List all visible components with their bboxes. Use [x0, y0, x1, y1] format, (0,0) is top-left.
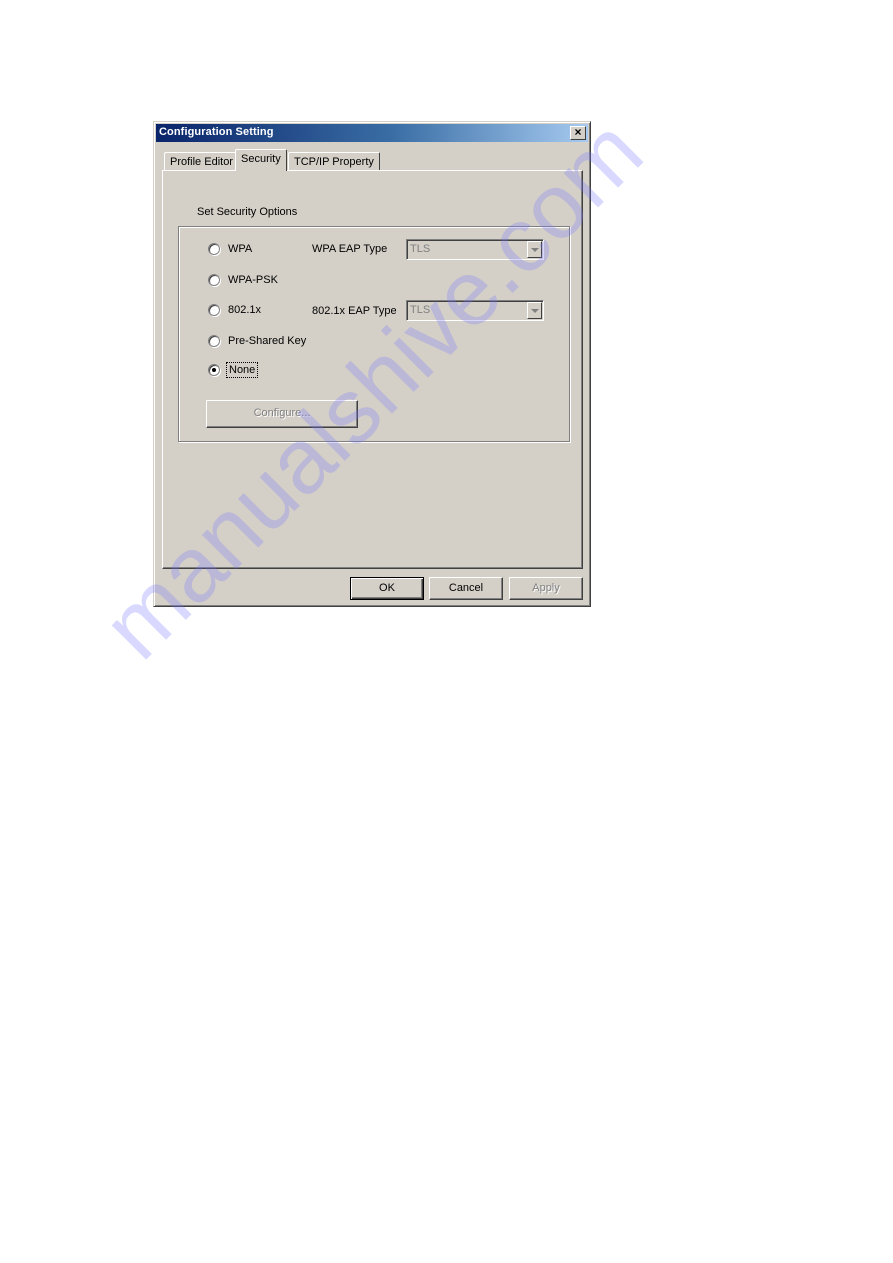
radio-label: Pre-Shared Key	[228, 335, 307, 347]
chevron-down-icon[interactable]	[527, 241, 542, 258]
radio-button[interactable]	[208, 335, 220, 347]
radio-pre-shared-key[interactable]: Pre-Shared Key	[208, 333, 306, 349]
radio-button[interactable]	[208, 274, 220, 286]
tab-profile-editor[interactable]: Profile Editor	[164, 152, 239, 170]
radio-label: 802.1x	[228, 304, 262, 316]
tab-label: Security	[241, 153, 281, 165]
apply-button[interactable]: Apply	[509, 577, 583, 600]
cancel-button[interactable]: Cancel	[429, 577, 503, 600]
security-options-group: WPA WPA EAP Type TLS WPA-PSK 802.1x 802.…	[178, 226, 570, 442]
wpa-eap-type-select[interactable]: TLS	[406, 239, 544, 260]
radio-802-1x[interactable]: 802.1x	[208, 302, 261, 318]
close-icon: ×	[574, 125, 582, 139]
configuration-dialog: Configuration Setting × Profile Editor S…	[153, 121, 591, 607]
dot1x-eap-type-label: 802.1x EAP Type	[312, 305, 397, 317]
tab-label: TCP/IP Property	[294, 156, 374, 168]
radio-none[interactable]: None	[208, 362, 259, 378]
close-button[interactable]: ×	[570, 126, 586, 140]
wpa-eap-type-label: WPA EAP Type	[312, 243, 388, 255]
security-tab-panel: Set Security Options WPA WPA EAP Type TL…	[162, 170, 583, 569]
tab-label: Profile Editor	[170, 156, 233, 168]
radio-wpa[interactable]: WPA	[208, 241, 252, 257]
radio-label: WPA	[228, 243, 253, 255]
radio-button[interactable]	[208, 304, 220, 316]
radio-button[interactable]	[208, 243, 220, 255]
radio-label: WPA-PSK	[228, 274, 278, 286]
configure-button[interactable]: Configure...	[206, 400, 358, 428]
dot1x-eap-type-select[interactable]: TLS	[406, 300, 544, 321]
window-title: Configuration Setting	[159, 126, 274, 138]
ok-button[interactable]: OK	[350, 577, 424, 600]
radio-wpa-psk[interactable]: WPA-PSK	[208, 272, 278, 288]
tab-tcpip-property[interactable]: TCP/IP Property	[288, 152, 380, 170]
select-value: TLS	[410, 304, 431, 316]
chevron-down-icon[interactable]	[527, 302, 542, 319]
radio-button-checked[interactable]	[208, 364, 220, 376]
radio-label: None	[225, 362, 259, 378]
group-label: Set Security Options	[197, 206, 298, 218]
tab-security[interactable]: Security	[235, 149, 287, 171]
select-value: TLS	[410, 243, 431, 255]
title-bar[interactable]: Configuration Setting ×	[156, 124, 588, 142]
